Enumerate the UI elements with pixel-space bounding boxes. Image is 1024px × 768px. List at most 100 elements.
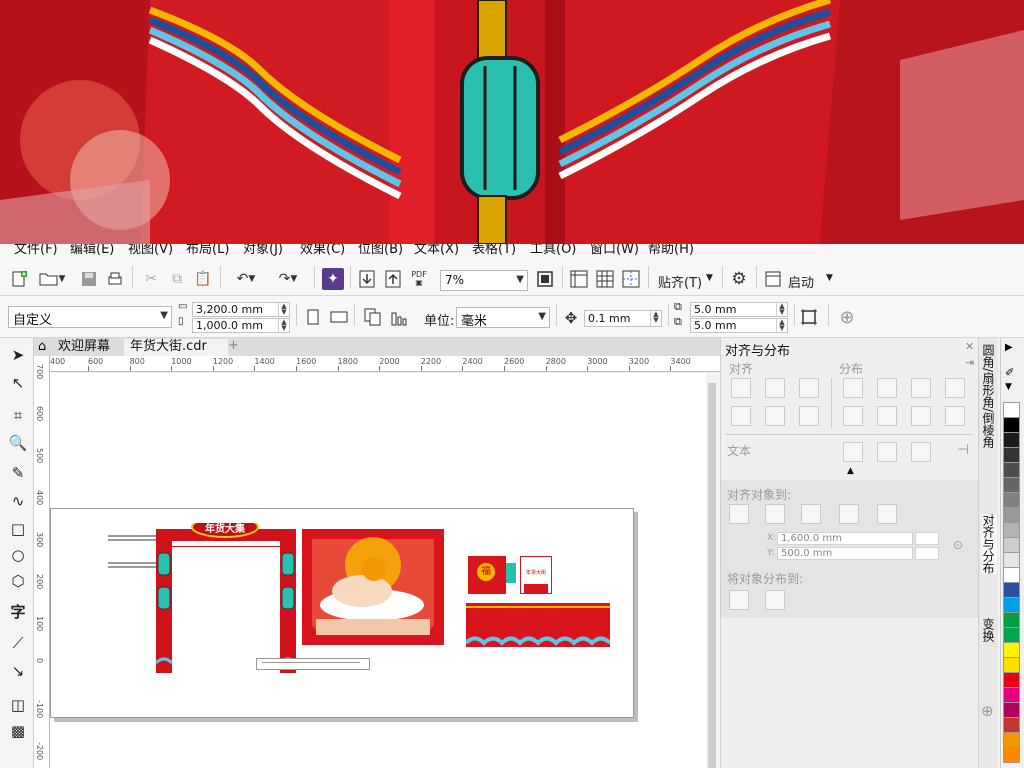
text-baseline-first-icon[interactable] [843,442,863,462]
cut-icon[interactable]: ✂ [140,268,162,290]
menu-object[interactable]: 对象(J) [243,244,283,257]
options-gear-icon[interactable]: ⚙ [728,268,750,290]
snap-dropdown-chevron-icon[interactable]: ▼ [706,273,713,283]
align-left-icon[interactable] [731,378,751,398]
align-center-h-icon[interactable] [765,378,785,398]
text-baseline-last-icon[interactable] [877,442,897,462]
palette-swatch[interactable] [1003,612,1020,628]
redo-icon[interactable]: ↷ ▼ [270,268,306,290]
ellipse-tool-icon[interactable]: ○ [6,544,30,566]
show-rulers-icon[interactable] [568,268,590,290]
add-docker-icon[interactable]: ⊕ [981,702,994,720]
text-options-icon[interactable]: ⊣ [957,442,969,458]
menu-effects[interactable]: 效果(C) [300,244,345,257]
menu-tools[interactable]: 工具(O) [530,244,576,257]
palette-swatch[interactable] [1003,642,1020,658]
pick-tool-icon[interactable]: ➤ [6,344,30,366]
launch-app-icon[interactable] [762,268,784,290]
menu-table[interactable]: 表格(T) [472,244,516,257]
palette-scroll-up-icon[interactable]: ▶ [1005,342,1013,353]
text-bounding-box-icon[interactable] [911,442,931,462]
menu-edit[interactable]: 编辑(E) [70,244,114,257]
distribute-space-v-icon[interactable] [945,406,965,426]
landscape-orientation-icon[interactable] [328,306,350,328]
new-document-icon[interactable] [8,268,30,290]
align-to-active-objects-icon[interactable] [729,504,749,524]
horizontal-ruler[interactable]: 400 600 800 1000 1200 1400 1600 1800 2000 2200 240… [50,356,720,372]
duplicate-distance-x-input[interactable]: 5.0 mm ▲ ▼ [690,302,788,317]
publish-pdf-icon[interactable]: PDF ▣ [408,268,430,290]
text-tool-icon[interactable]: 字 [6,600,30,622]
shape-tool-icon[interactable]: ↖ [6,372,30,394]
open-document-icon[interactable]: ▼ [34,268,70,290]
menu-text[interactable]: 文本(X) [414,244,459,257]
align-top-icon[interactable] [731,406,751,426]
units-combo[interactable]: 毫米 ▼ [456,307,550,328]
x-spinner[interactable] [915,532,939,545]
add-toolbar-item-icon[interactable]: ⊕ [836,306,858,328]
distribute-bottom-icon[interactable] [911,406,931,426]
palette-swatch[interactable] [1003,582,1020,598]
palette-swatch[interactable] [1003,417,1020,433]
docker-options-icon[interactable]: ⇥ [965,356,974,369]
parallel-dimension-icon[interactable]: ⟋ [6,632,30,654]
distribute-to-page-icon[interactable] [765,590,785,610]
palette-swatch[interactable] [1003,657,1020,673]
current-page-icon[interactable] [388,306,410,328]
distribute-right-icon[interactable] [911,378,931,398]
x-coordinate-input[interactable]: 1,600.0 mm [777,532,913,545]
target-point-icon[interactable]: ⊙ [953,538,963,552]
zoom-level-combo[interactable]: 7% ▼ [440,270,528,291]
palette-swatch[interactable] [1003,717,1020,733]
launch-dropdown-chevron-icon[interactable]: ▼ [826,273,833,283]
search-content-icon[interactable]: ✦ [322,268,344,290]
align-to-page-edge-icon[interactable] [765,504,785,524]
menu-layout[interactable]: 布局(L) [186,244,229,257]
tab-fillet-scallop-chamfer[interactable]: 圆角/扇形角/倒棱角 [981,344,997,448]
palette-swatch[interactable] [1003,462,1020,478]
portrait-orientation-icon[interactable] [302,306,324,328]
vertical-ruler[interactable]: 700 600 500 400 300 200 100 0 -100 -200 [34,356,50,768]
menu-help[interactable]: 帮助(H) [648,244,694,257]
distribute-center-h-icon[interactable] [877,378,897,398]
align-to-point-icon[interactable] [877,504,897,524]
distribute-top-icon[interactable] [843,406,863,426]
polygon-tool-icon[interactable]: ⬡ [6,570,30,592]
distribute-space-h-icon[interactable] [945,378,965,398]
palette-swatch[interactable] [1003,687,1020,703]
palette-swatch[interactable] [1003,477,1020,493]
palette-swatch[interactable] [1003,537,1020,553]
all-pages-icon[interactable] [362,306,384,328]
show-grid-icon[interactable] [594,268,616,290]
palette-swatch[interactable] [1003,747,1020,763]
palette-options-chevron-icon[interactable]: ▼ [1005,382,1012,392]
drawing-canvas[interactable]: 年货大集 福 年货大街 [50,373,706,768]
palette-swatch[interactable] [1003,447,1020,463]
menu-file[interactable]: 文件(F) [14,244,58,257]
palette-swatch[interactable] [1003,567,1020,583]
distribute-to-selection-icon[interactable] [729,590,749,610]
collapse-chevron-icon[interactable]: ▲ [847,466,854,476]
add-tab-icon[interactable]: + [228,338,239,353]
paste-icon[interactable]: 📋 [192,268,214,290]
snap-to-menu[interactable]: 贴齐(T) [658,272,702,291]
tab-document[interactable]: 年货大街.cdr [124,339,228,356]
palette-swatch[interactable] [1003,627,1020,643]
menu-bitmaps[interactable]: 位图(B) [358,244,403,257]
docker-close-icon[interactable]: ✕ [965,340,974,353]
palette-swatch[interactable] [1003,402,1020,418]
vertical-scrollbar[interactable] [706,373,720,768]
align-to-page-center-icon[interactable] [801,504,821,524]
import-icon[interactable] [356,268,378,290]
palette-swatch[interactable] [1003,597,1020,613]
rectangle-tool-icon[interactable]: □ [6,518,30,540]
palette-swatch[interactable] [1003,507,1020,523]
duplicate-distance-y-input[interactable]: 5.0 mm ▲ ▼ [690,318,788,333]
page-width-input[interactable]: 3,200.0 mm ▲ ▼ [192,302,290,317]
drop-shadow-tool-icon[interactable]: ◫ [6,694,30,716]
copy-icon[interactable]: ⧉ [166,268,188,290]
align-right-icon[interactable] [799,378,819,398]
print-icon[interactable] [104,268,126,290]
tab-transform[interactable]: 变换 [981,618,997,642]
menu-view[interactable]: 视图(V) [128,244,173,257]
